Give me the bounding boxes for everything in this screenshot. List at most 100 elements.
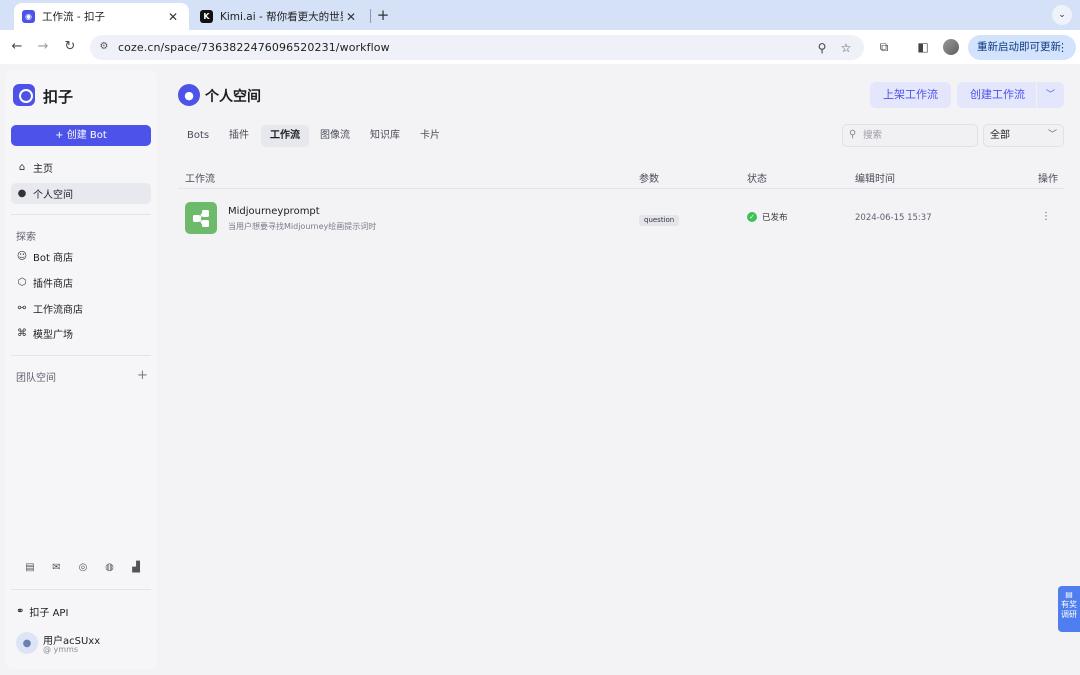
workflow-description: 当用户想要寻找Midjourney绘画提示词时 xyxy=(228,222,377,231)
sidebar-item-label: 扣子 API xyxy=(29,608,69,619)
browser-toolbar: ← → ↻ ⚙ coze.cn/space/736382247609652023… xyxy=(0,30,1080,64)
chevron-down-icon[interactable]: ﹀ xyxy=(1046,82,1055,108)
workflow-name[interactable]: Midjourneyprompt xyxy=(228,206,320,217)
sidebar-item-coze-api[interactable]: ⚭ 扣子 API xyxy=(16,604,68,619)
table-header-divider xyxy=(178,188,1064,189)
feishu-icon[interactable]: ◎ xyxy=(76,561,90,575)
publish-workflow-button[interactable]: 上架工作流 xyxy=(870,82,951,108)
tab-knowledge[interactable]: 知识库 xyxy=(361,125,409,147)
sidebar-item-personal-space[interactable]: ● 个人空间 xyxy=(11,183,151,204)
close-icon[interactable]: ✕ xyxy=(165,10,181,24)
tab-bots[interactable]: Bots xyxy=(178,125,218,147)
url-text: coze.cn/space/7363822476096520231/workfl… xyxy=(118,41,390,54)
divider xyxy=(11,214,151,215)
param-badge: question xyxy=(639,215,680,226)
link-icon: ⚭ xyxy=(16,606,25,617)
browser-tab-coze[interactable]: ◉ 工作流 - 扣子 ✕ xyxy=(14,3,189,30)
add-team-plus-icon[interactable]: + xyxy=(137,368,148,383)
mail-icon[interactable]: ✉ xyxy=(50,561,64,575)
update-label: 重新启动即可更新 xyxy=(977,41,1061,53)
clipboard-icon: ▤ xyxy=(1065,590,1073,599)
tab-title: 工作流 - 扣子 xyxy=(42,11,105,23)
check-circle-icon: ✓ xyxy=(747,212,757,222)
tab-cards[interactable]: 卡片 xyxy=(411,125,449,147)
update-button[interactable]: 重新启动即可更新 ⋮ xyxy=(968,35,1076,60)
sidebar-item-label: 主页 xyxy=(33,164,53,175)
person-icon: ● xyxy=(17,187,27,199)
sidebar-item-label: 个人空间 xyxy=(33,190,73,201)
more-vertical-icon: ⋮ xyxy=(1057,41,1068,54)
sidebar-item-label: 模型广场 xyxy=(33,330,73,341)
home-icon: ⌂ xyxy=(18,161,26,173)
side-panel-icon[interactable]: ◧ xyxy=(914,38,932,56)
column-header-edit-time: 编辑时间 xyxy=(855,174,895,185)
table-row[interactable]: Midjourneyprompt 当用户想要寻找Midjourney绘画提示词时… xyxy=(178,195,1064,241)
kimi-favicon-icon: K xyxy=(200,10,213,23)
browser-tab-bar: ◉ 工作流 - 扣子 ✕ K Kimi.ai - 帮你看更大的世界 ✕ + ⌄ xyxy=(0,0,1080,30)
create-workflow-label: 创建工作流 xyxy=(970,88,1025,101)
workflow-node-icon xyxy=(185,202,217,234)
zoom-icon[interactable]: ⚲ xyxy=(814,40,830,56)
address-bar[interactable]: ⚙ coze.cn/space/7363822476096520231/work… xyxy=(90,35,864,60)
status-filter-select[interactable]: 全部 ﹀ xyxy=(983,124,1064,147)
coze-logo-icon[interactable] xyxy=(13,84,35,106)
search-input[interactable] xyxy=(863,128,973,143)
extensions-icon[interactable]: ⧉ xyxy=(875,38,893,56)
more-vertical-icon[interactable]: ⋮ xyxy=(1041,211,1051,222)
divider xyxy=(11,355,151,356)
sidebar-item-bot-store[interactable]: ☺ Bot 商店 xyxy=(11,246,151,267)
tab-title: Kimi.ai - 帮你看更大的世界 xyxy=(220,11,343,23)
chevron-down-icon: ﹀ xyxy=(1047,130,1057,140)
divider xyxy=(11,589,151,590)
user-handle: @ ymms xyxy=(43,645,79,654)
sidebar-item-workflow-store[interactable]: ⚯ 工作流商店 xyxy=(11,298,151,319)
sidebar-item-label: Bot 商店 xyxy=(33,253,74,264)
new-tab-plus-icon[interactable]: + xyxy=(374,6,392,24)
reload-icon[interactable]: ↻ xyxy=(61,38,79,56)
footer-icon-row: ▤ ✉ ◎ ◍ ▟ xyxy=(23,561,143,575)
sidebar-item-model-square[interactable]: ⌘ 模型广场 xyxy=(11,323,151,344)
wechat-icon[interactable]: ◍ xyxy=(103,561,117,575)
sidebar-item-home[interactable]: ⌂ 主页 xyxy=(11,157,151,178)
search-icon: ⚲ xyxy=(849,129,857,140)
coze-favicon-icon: ◉ xyxy=(22,10,35,23)
sidebar-item-plugin-store[interactable]: ⬡ 插件商店 xyxy=(11,272,151,293)
section-label-team-space: 团队空间 xyxy=(16,373,56,384)
survey-label-line2: 调研 xyxy=(1061,610,1077,619)
page-title: 个人空间 xyxy=(205,89,261,105)
profile-avatar-icon[interactable] xyxy=(943,39,959,55)
column-header-actions: 操作 xyxy=(1038,174,1058,185)
status-text: 已发布 xyxy=(762,213,788,223)
browser-tab-kimi[interactable]: K Kimi.ai - 帮你看更大的世界 ✕ xyxy=(192,3,367,30)
avatar[interactable]: ● xyxy=(16,632,38,654)
search-box[interactable]: ⚲ xyxy=(842,124,978,147)
document-icon[interactable]: ▤ xyxy=(23,561,37,575)
survey-float-button[interactable]: ▤ 有奖 调研 xyxy=(1058,586,1080,632)
sidebar-item-label: 工作流商店 xyxy=(33,305,83,316)
create-workflow-button[interactable]: 创建工作流 ﹀ xyxy=(957,82,1064,108)
tab-separator xyxy=(370,9,371,23)
column-header-status: 状态 xyxy=(747,174,767,185)
split-divider xyxy=(1036,82,1037,108)
tab-workflow[interactable]: 工作流 xyxy=(261,125,309,147)
site-settings-icon[interactable]: ⚙ xyxy=(97,40,111,54)
cube-icon: ⬡ xyxy=(17,276,27,288)
brand-name: 扣子 xyxy=(43,88,74,106)
chevron-down-icon[interactable]: ⌄ xyxy=(1052,5,1072,25)
sidebar-item-label: 插件商店 xyxy=(33,279,73,290)
star-icon[interactable]: ☆ xyxy=(838,40,854,56)
create-bot-button[interactable]: + 创建 Bot xyxy=(11,125,151,146)
column-header-params: 参数 xyxy=(639,174,659,185)
forward-arrow-icon[interactable]: → xyxy=(34,38,52,56)
chart-icon[interactable]: ▟ xyxy=(129,561,143,575)
tab-plugins[interactable]: 插件 xyxy=(220,125,258,147)
workflow-icon: ⚯ xyxy=(17,302,27,314)
back-arrow-icon[interactable]: ← xyxy=(8,38,26,56)
tab-image-flow[interactable]: 图像流 xyxy=(311,125,359,147)
personal-space-avatar-icon: ● xyxy=(178,84,200,106)
close-icon[interactable]: ✕ xyxy=(343,10,359,24)
survey-label-line1: 有奖 xyxy=(1061,600,1077,609)
column-header-workflow: 工作流 xyxy=(185,174,215,185)
filter-select-value: 全部 xyxy=(990,130,1010,141)
status-badge: ✓ 已发布 xyxy=(747,211,788,223)
